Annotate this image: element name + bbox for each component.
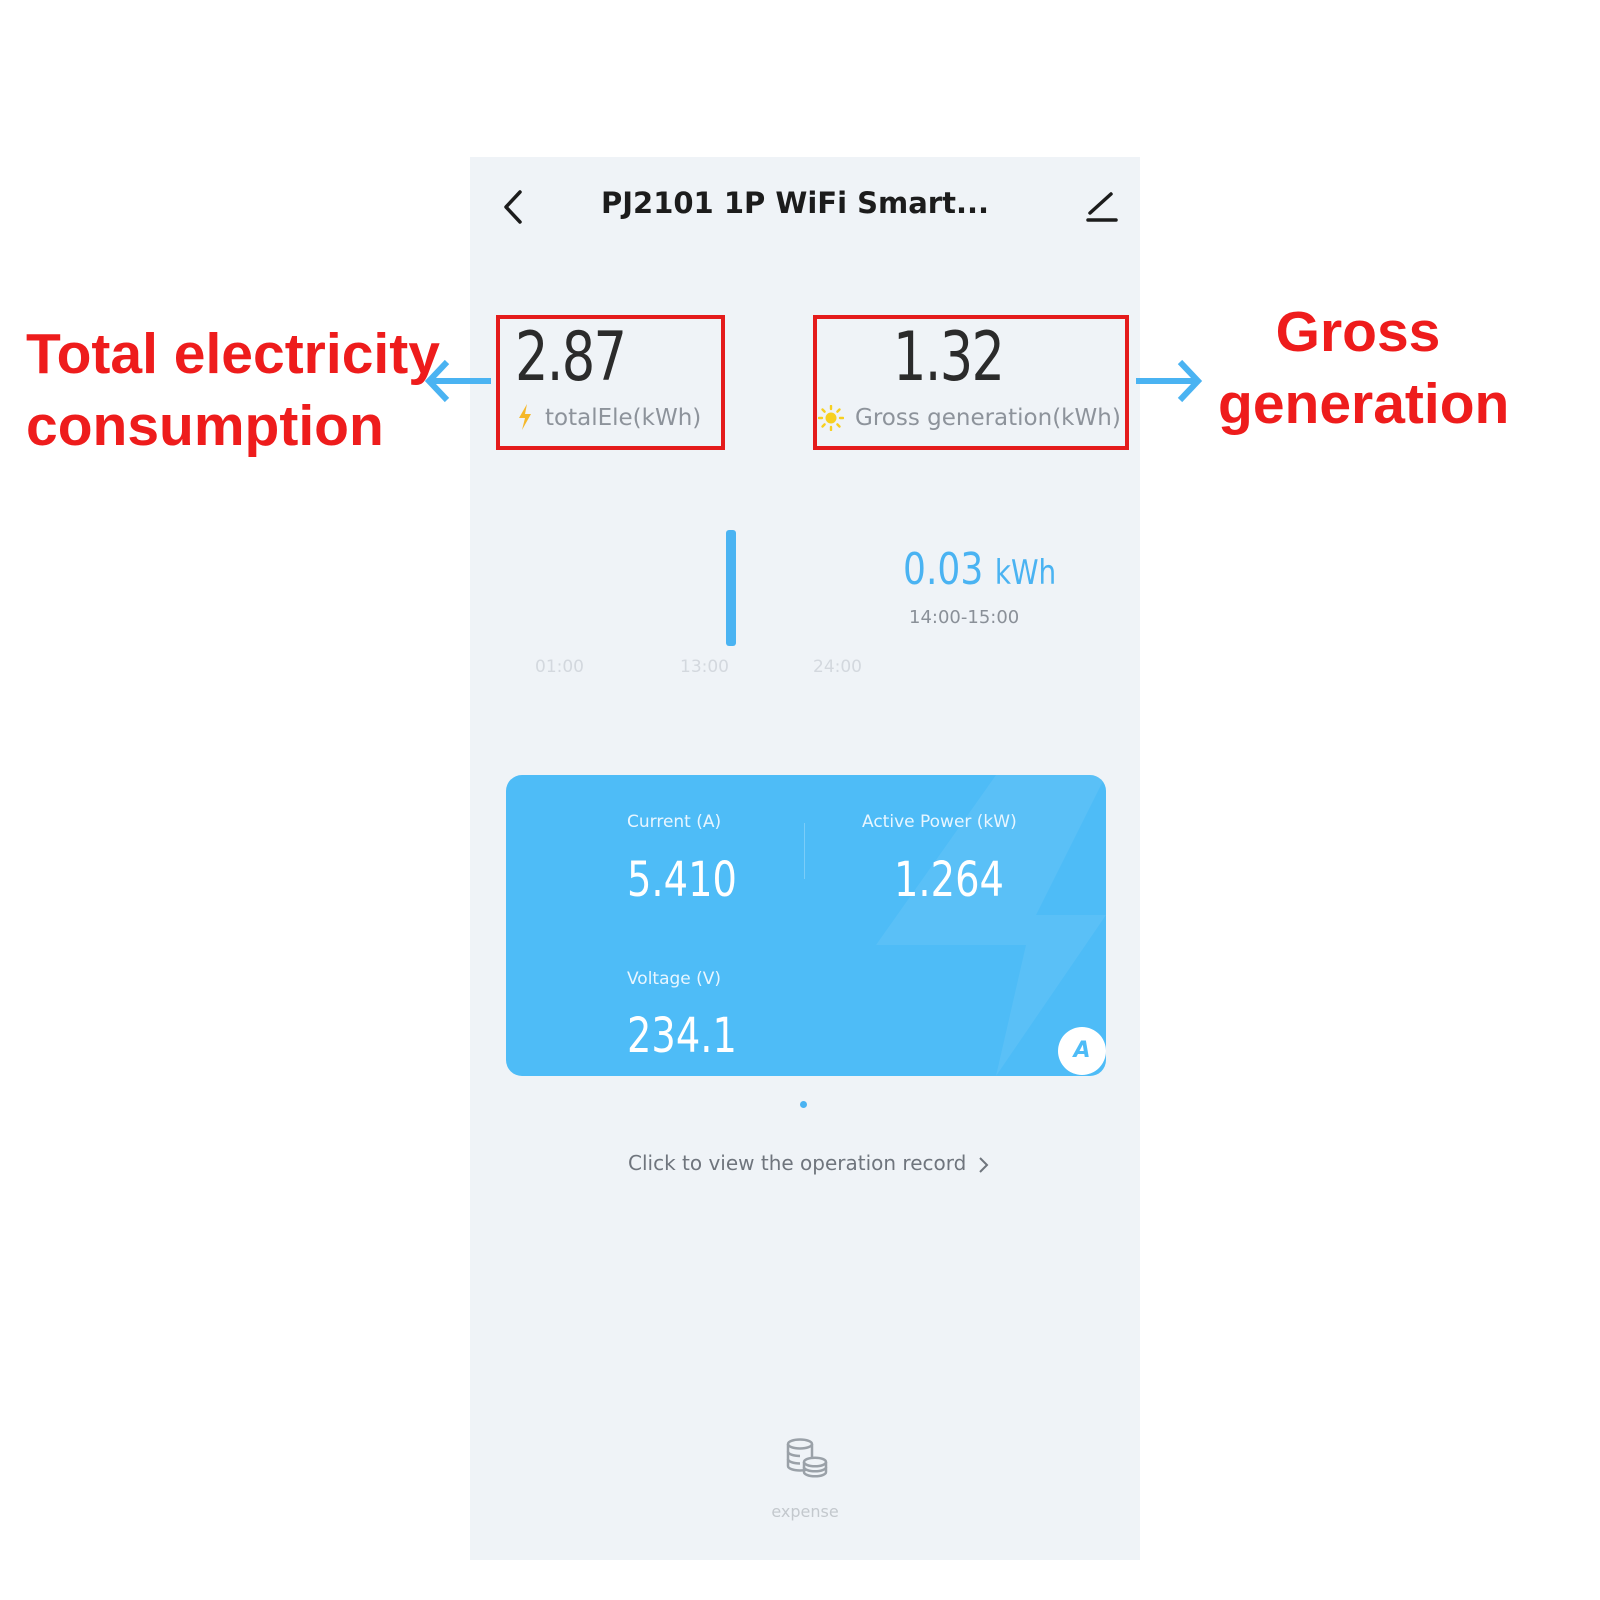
chevron-right-icon [978, 1156, 989, 1173]
current-label: Current (A) [627, 812, 722, 832]
annotation-gross-line1: Gross [1275, 300, 1441, 364]
voltage-label: Voltage (V) [627, 969, 722, 989]
chart-bar-14-15[interactable] [726, 530, 736, 646]
active-power-label: Active Power (kW) [862, 812, 1017, 832]
axis-tick-end: 24:00 [813, 657, 862, 677]
arrow-left-icon [424, 359, 491, 403]
page-indicator-dot[interactable] [800, 1101, 807, 1108]
back-chevron-icon[interactable] [500, 188, 526, 226]
annotation-box-total [496, 315, 725, 450]
annotation-total-line1: Total electricity [26, 322, 440, 386]
axis-tick-start: 01:00 [535, 657, 584, 677]
arrow-right-icon [1136, 359, 1203, 403]
chart-readout-number: 0.03 [903, 544, 984, 595]
auto-mode-badge[interactable]: A [1058, 1027, 1106, 1075]
annotation-gross-line2: generation [1218, 372, 1510, 436]
voltage-value: 234.1 [627, 1008, 737, 1064]
operation-record-link[interactable]: Click to view the operation record [628, 1151, 989, 1175]
chart-readout-unit: kWh [994, 553, 1057, 593]
annotation-box-gross [813, 315, 1129, 450]
axis-tick-mid: 13:00 [680, 657, 729, 677]
annotation-total-line2: consumption [26, 394, 384, 458]
annotation-total-consumption: Total electricity consumption [26, 318, 440, 462]
active-power-value: 1.264 [894, 852, 1004, 908]
chart-readout-value: 0.03 kWh [903, 544, 1056, 595]
pencil-icon[interactable] [1084, 188, 1120, 224]
operation-record-text: Click to view the operation record [628, 1151, 967, 1175]
expense-label: expense [771, 1502, 839, 1521]
metrics-card[interactable]: Current (A) 5.410 Active Power (kW) 1.26… [506, 775, 1106, 1076]
chart-readout-time: 14:00-15:00 [909, 607, 1020, 628]
page-title: PJ2101 1P WiFi Smart... [600, 186, 990, 220]
current-value: 5.410 [627, 852, 737, 908]
coins-icon[interactable] [783, 1437, 829, 1479]
annotation-gross-generation: Gross generation [1218, 296, 1510, 440]
card-divider [804, 823, 805, 879]
